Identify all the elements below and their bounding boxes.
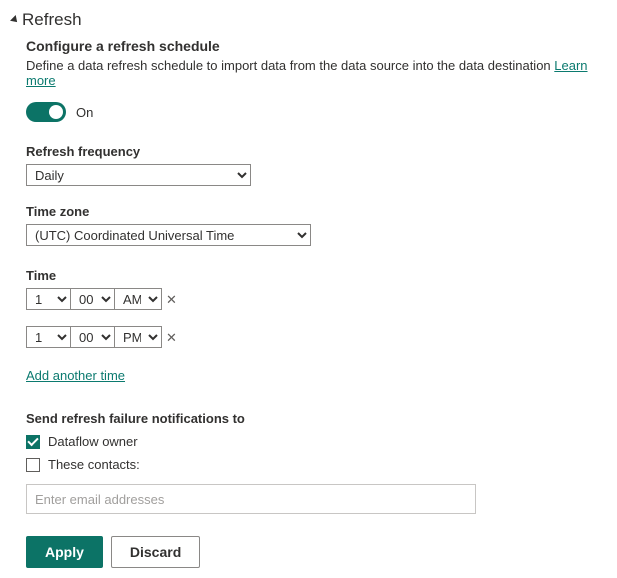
contacts-checkbox-label: These contacts: — [48, 457, 140, 472]
time-label: Time — [26, 268, 605, 283]
collapse-icon — [10, 15, 20, 25]
frequency-select[interactable]: Daily — [26, 164, 251, 186]
toggle-state-label: On — [76, 105, 93, 120]
remove-time-icon[interactable]: ✕ — [166, 331, 177, 344]
section-description: Define a data refresh schedule to import… — [26, 58, 605, 88]
contacts-checkbox[interactable] — [26, 458, 40, 472]
ampm-select[interactable]: AM — [114, 288, 162, 310]
discard-button[interactable]: Discard — [111, 536, 200, 568]
apply-button[interactable]: Apply — [26, 536, 103, 568]
time-row: 1 00 PM ✕ — [26, 326, 605, 348]
timezone-label: Time zone — [26, 204, 605, 219]
time-row: 1 00 AM ✕ — [26, 288, 605, 310]
ampm-select[interactable]: PM — [114, 326, 162, 348]
minute-select[interactable]: 00 — [70, 288, 114, 310]
hour-select[interactable]: 1 — [26, 288, 70, 310]
frequency-label: Refresh frequency — [26, 144, 605, 159]
refresh-toggle[interactable] — [26, 102, 66, 122]
hour-select[interactable]: 1 — [26, 326, 70, 348]
add-time-link[interactable]: Add another time — [26, 368, 125, 383]
toggle-knob — [49, 105, 63, 119]
notifications-label: Send refresh failure notifications to — [26, 411, 605, 426]
owner-checkbox-label: Dataflow owner — [48, 434, 138, 449]
contacts-email-input[interactable] — [26, 484, 476, 514]
owner-checkbox[interactable] — [26, 435, 40, 449]
timezone-select[interactable]: (UTC) Coordinated Universal Time — [26, 224, 311, 246]
minute-select[interactable]: 00 — [70, 326, 114, 348]
section-header[interactable]: Refresh — [12, 10, 605, 30]
section-subtitle: Configure a refresh schedule — [26, 38, 605, 54]
section-title: Refresh — [22, 10, 82, 30]
remove-time-icon[interactable]: ✕ — [166, 293, 177, 306]
